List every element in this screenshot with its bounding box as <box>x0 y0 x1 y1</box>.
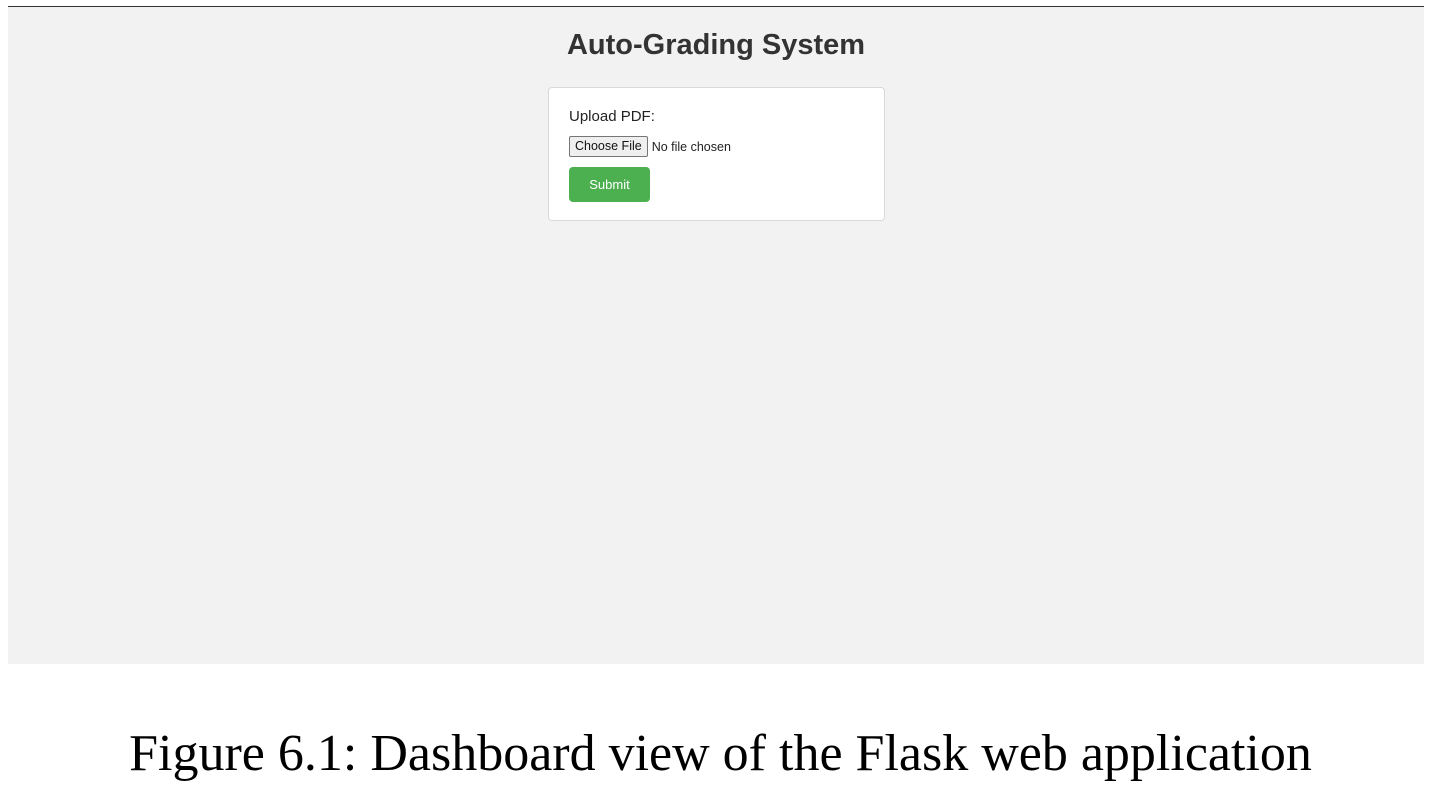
figure-caption: Figure 6.1: Dashboard view of the Flask … <box>129 725 1312 782</box>
choose-file-button[interactable]: Choose File <box>569 136 648 157</box>
submit-button[interactable]: Submit <box>569 167 650 202</box>
page-title: Auto-Grading System <box>566 29 866 61</box>
upload-pdf-label: Upload PDF: <box>569 108 655 125</box>
app-screenshot: Auto-Grading System Upload PDF: Choose F… <box>8 6 1424 664</box>
file-input[interactable]: Choose File No file chosen <box>569 136 731 157</box>
upload-form-card: Upload PDF: Choose File No file chosen S… <box>548 87 885 221</box>
file-status-text: No file chosen <box>651 139 731 154</box>
